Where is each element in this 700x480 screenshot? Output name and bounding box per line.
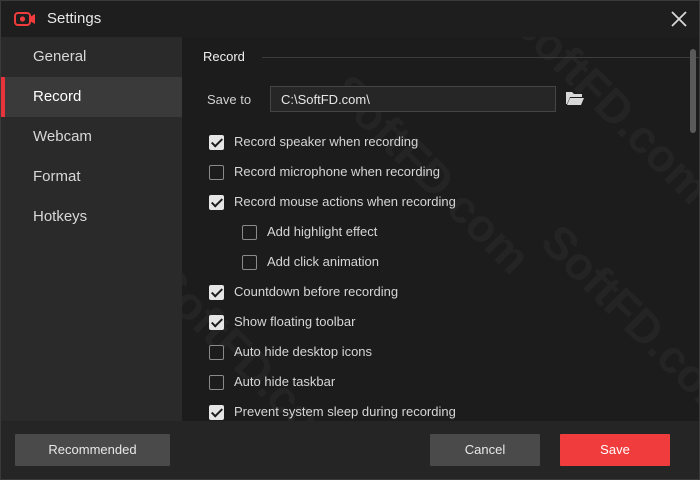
- settings-window: Settings General Record Webcam Format Ho…: [0, 0, 700, 480]
- sidebar-item-label: Hotkeys: [33, 208, 88, 225]
- sidebar-item-webcam[interactable]: Webcam: [1, 117, 182, 157]
- option-label: Add click animation: [267, 254, 379, 269]
- footer-bar: Recommended Cancel Save: [1, 421, 699, 479]
- sidebar-item-label: Webcam: [33, 128, 92, 145]
- title-bar: Settings: [1, 1, 699, 37]
- checkbox-checked[interactable]: [209, 285, 224, 300]
- checkbox-checked[interactable]: [209, 195, 224, 210]
- watermark: SoftFD.com: [531, 214, 699, 421]
- option-label: Prevent system sleep during recording: [234, 404, 456, 419]
- close-icon[interactable]: [667, 7, 691, 31]
- recommended-button[interactable]: Recommended: [15, 434, 170, 466]
- watermark: SoftFD.com: [501, 37, 699, 214]
- option-label: Record microphone when recording: [234, 164, 440, 179]
- cancel-button[interactable]: Cancel: [430, 434, 540, 466]
- option-label: Record speaker when recording: [234, 134, 419, 149]
- sidebar-item-label: Record: [33, 88, 82, 105]
- record-camera-icon: [14, 12, 35, 26]
- option-label: Auto hide desktop icons: [234, 344, 373, 359]
- checkbox[interactable]: [209, 375, 224, 390]
- sidebar-item-label: Format: [33, 168, 81, 185]
- checkbox[interactable]: [209, 345, 224, 360]
- sidebar-item-label: General: [33, 48, 87, 65]
- folder-icon[interactable]: [565, 89, 585, 107]
- checkbox[interactable]: [209, 165, 224, 180]
- option-label: Show floating toolbar: [234, 314, 356, 329]
- section-divider: [262, 57, 699, 58]
- sidebar-item-hotkeys[interactable]: Hotkeys: [1, 197, 182, 237]
- save-to-label: Save to: [207, 92, 252, 107]
- section-title: Record: [203, 49, 245, 64]
- checkbox[interactable]: [242, 225, 257, 240]
- scrollbar-thumb[interactable]: [690, 49, 696, 133]
- sidebar-item-general[interactable]: General: [1, 37, 182, 77]
- checkbox-checked[interactable]: [209, 135, 224, 150]
- option-label: Auto hide taskbar: [234, 374, 336, 389]
- watermark: SoftFD.com: [182, 254, 361, 421]
- save-button[interactable]: Save: [560, 434, 670, 466]
- sidebar-item-format[interactable]: Format: [1, 157, 182, 197]
- record-settings-panel: SoftFD.com SoftFD.com SoftFD.com SoftFD.…: [182, 37, 699, 421]
- window-title: Settings: [47, 10, 102, 27]
- option-label: Record mouse actions when recording: [234, 194, 456, 209]
- checkbox[interactable]: [242, 255, 257, 270]
- checkbox-checked[interactable]: [209, 405, 224, 420]
- checkbox-checked[interactable]: [209, 315, 224, 330]
- sidebar: General Record Webcam Format Hotkeys: [1, 37, 182, 421]
- option-label: Add highlight effect: [267, 224, 378, 239]
- save-path-input[interactable]: [270, 86, 556, 112]
- option-label: Countdown before recording: [234, 284, 399, 299]
- sidebar-item-record[interactable]: Record: [1, 77, 182, 117]
